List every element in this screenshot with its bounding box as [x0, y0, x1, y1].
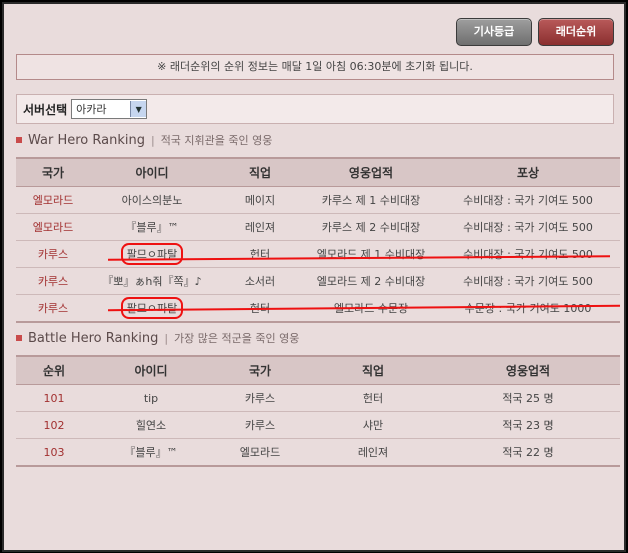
table-row: 카루스 팔므ㅇ파탈 헌터 엘모라드 제 1 수비대장 수비대장 : 국가 기여도… — [16, 240, 620, 268]
col-header-class: 직업 — [310, 355, 436, 385]
class-cell: 메이지 — [214, 186, 306, 214]
achievement-cell: 적국 23 명 — [436, 411, 620, 439]
server-select-dropdown[interactable]: 아카라 ▼ — [71, 99, 148, 119]
class-cell: 레인져 — [310, 438, 436, 467]
player-id-cell[interactable]: 힐연소 — [92, 411, 210, 439]
table-header-row: 국가 아이디 직업 영웅업적 포상 — [16, 157, 620, 187]
achievement-cell: 카루스 제 2 수비대장 — [306, 213, 436, 241]
class-cell: 샤만 — [310, 411, 436, 439]
battle-ranking-title: Battle Hero Ranking — [28, 330, 159, 346]
rank-cell: 103 — [16, 438, 92, 467]
player-id-cell[interactable]: 『블루』™ — [90, 213, 214, 241]
table-row: 101 tip 카루스 헌터 적국 25 명 — [16, 384, 620, 412]
reward-cell: 수비대장 : 국가 기여도 500 — [436, 213, 620, 241]
achievement-cell: 카루스 제 1 수비대장 — [306, 186, 436, 214]
player-id-cell[interactable]: 아이스의분노 — [90, 186, 214, 214]
server-select-bar: 서버선택 아카라 ▼ — [16, 94, 614, 124]
top-button-group: 기사등급 래더순위 — [456, 18, 614, 46]
achievement-cell: 적국 25 명 — [436, 384, 620, 412]
war-ranking-table: 국가 아이디 직업 영웅업적 포상 엘모라드 아이스의분노 메이지 카루스 제 … — [16, 157, 620, 323]
war-ranking-title: War Hero Ranking — [28, 132, 145, 148]
server-select-label: 서버선택 — [23, 102, 68, 117]
class-cell: 헌터 — [214, 240, 306, 268]
ladder-rank-button[interactable]: 래더순위 — [538, 18, 614, 46]
class-cell: 레인져 — [214, 213, 306, 241]
knight-rank-button[interactable]: 기사등급 — [456, 18, 532, 46]
chevron-down-icon[interactable]: ▼ — [130, 101, 147, 117]
player-id-cell[interactable]: 팔므ㅇ파탈 — [90, 240, 214, 268]
war-ranking-heading: War Hero Ranking | 적국 지휘관을 죽인 영웅 — [16, 132, 272, 148]
class-cell: 헌터 — [310, 384, 436, 412]
bullet-square-icon — [16, 137, 22, 143]
country-cell: 엘모라드 — [210, 438, 310, 467]
col-header-id: 아이디 — [90, 157, 214, 187]
table-row: 102 힐연소 카루스 샤만 적국 23 명 — [16, 411, 620, 439]
col-header-country: 국가 — [210, 355, 310, 385]
table-row: 카루스 『뽀』ぁh줘『쪽』♪ 소서러 엘모라드 제 2 수비대장 수비대장 : … — [16, 267, 620, 295]
bullet-square-icon — [16, 335, 22, 341]
player-id-cell[interactable]: 『블루』™ — [92, 438, 210, 467]
country-cell: 엘모라드 — [16, 186, 90, 214]
battle-ranking-table: 순위 아이디 국가 직업 영웅업적 101 tip 카루스 헌터 적국 25 명… — [16, 355, 620, 467]
battle-ranking-desc: 가장 많은 적군을 죽인 영웅 — [174, 332, 300, 345]
battle-ranking-heading: Battle Hero Ranking | 가장 많은 적군을 죽인 영웅 — [16, 330, 299, 346]
heading-divider: | — [164, 331, 169, 345]
ladder-ranking-window: 기사등급 래더순위 ※ 래더순위의 순위 정보는 매달 1일 아침 06:30분… — [2, 2, 626, 552]
server-selected-value: 아카라 — [76, 103, 107, 116]
achievement-cell: 엘모라드 제 2 수비대장 — [306, 267, 436, 295]
reset-notice: ※ 래더순위의 순위 정보는 매달 1일 아침 06:30분에 초기화 됩니다. — [16, 54, 614, 80]
player-id-cell[interactable]: 『뽀』ぁh줘『쪽』♪ — [90, 267, 214, 295]
class-cell: 소서러 — [214, 267, 306, 295]
col-header-rank: 순위 — [16, 355, 92, 385]
col-header-achievement: 영웅업적 — [436, 355, 620, 385]
table-row: 엘모라드 아이스의분노 메이지 카루스 제 1 수비대장 수비대장 : 국가 기… — [16, 186, 620, 214]
circled-player-id: 팔므ㅇ파탈 — [120, 243, 184, 265]
col-header-achievement: 영웅업적 — [306, 157, 436, 187]
col-header-reward: 포상 — [436, 157, 620, 187]
reward-cell: 수비대장 : 국가 기여도 500 — [436, 186, 620, 214]
reward-cell: 수비대장 : 국가 기여도 500 — [436, 267, 620, 295]
country-cell: 카루스 — [16, 267, 90, 295]
reward-cell: 수비대장 : 국가 기여도 500 — [436, 240, 620, 268]
col-header-id: 아이디 — [92, 355, 210, 385]
country-cell: 엘모라드 — [16, 213, 90, 241]
country-cell: 카루스 — [210, 411, 310, 439]
achievement-cell: 적국 22 명 — [436, 438, 620, 467]
reward-cell: 수문장 : 국가 기여도 1000 — [436, 294, 620, 323]
table-row: 엘모라드 『블루』™ 레인져 카루스 제 2 수비대장 수비대장 : 국가 기여… — [16, 213, 620, 241]
country-cell: 카루스 — [16, 240, 90, 268]
rank-cell: 102 — [16, 411, 92, 439]
war-ranking-desc: 적국 지휘관을 죽인 영웅 — [160, 134, 273, 147]
heading-divider: | — [150, 133, 155, 147]
col-header-country: 국가 — [16, 157, 90, 187]
country-cell: 카루스 — [16, 294, 90, 323]
rank-cell: 101 — [16, 384, 92, 412]
col-header-class: 직업 — [214, 157, 306, 187]
player-id-cell[interactable]: tip — [92, 384, 210, 412]
country-cell: 카루스 — [210, 384, 310, 412]
table-row: 103 『블루』™ 엘모라드 레인져 적국 22 명 — [16, 438, 620, 467]
table-header-row: 순위 아이디 국가 직업 영웅업적 — [16, 355, 620, 385]
achievement-cell: 엘모라드 제 1 수비대장 — [306, 240, 436, 268]
